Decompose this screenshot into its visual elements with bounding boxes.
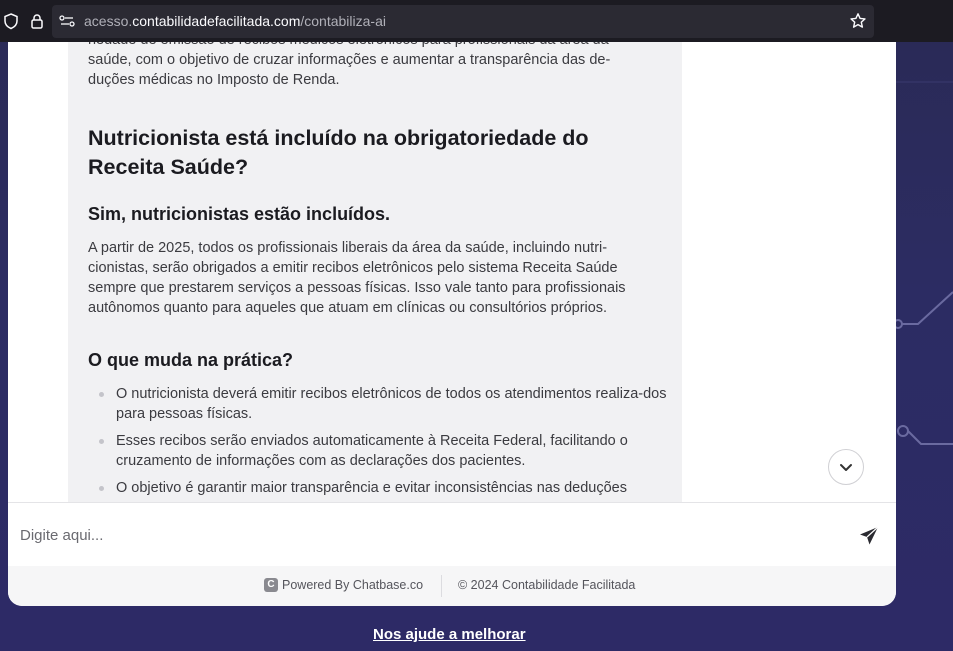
help-improve-link[interactable]: Nos ajude a melhorar [373, 626, 526, 643]
bookmark-star-icon[interactable] [849, 12, 867, 30]
powered-by-text: Powered By Chatbase.co [282, 578, 424, 592]
powered-by[interactable]: C Powered By Chatbase.co [264, 578, 423, 592]
chat-input-row [8, 502, 896, 566]
shield-icon[interactable] [2, 12, 20, 30]
message-intro: riedade de emissão de recibos médicos el… [88, 42, 611, 88]
lock-icon[interactable] [28, 12, 46, 30]
permissions-icon[interactable] [58, 12, 76, 30]
copyright-text: © 2024 Contabilidade Facilitada [458, 578, 636, 592]
list-item: O nutricionista deverá emitir recibos el… [88, 384, 668, 424]
list-item: O objetivo é garantir maior transparênci… [88, 478, 668, 498]
message-area[interactable]: riedade de emissão de recibos médicos el… [8, 42, 896, 502]
browser-toolbar: acesso.contabilidadefacilitada.com/conta… [0, 0, 953, 42]
bot-message-bubble: riedade de emissão de recibos médicos el… [68, 42, 682, 502]
chat-footer: C Powered By Chatbase.co © 2024 Contabil… [8, 566, 896, 606]
chatbase-logo-icon: C [264, 578, 278, 592]
footer-divider [441, 575, 442, 597]
message-paragraph: A partir de 2025, todos os profissionais… [88, 240, 626, 316]
list-item: Esses recibos serão enviados automaticam… [88, 431, 668, 471]
scroll-down-button[interactable] [828, 449, 864, 485]
chevron-down-icon [840, 464, 852, 471]
url-text[interactable]: acesso.contabilidadefacilitada.com/conta… [84, 13, 386, 29]
url-domain: contabilidadefacilitada.com [132, 13, 301, 29]
url-prefix: acesso. [84, 13, 133, 29]
send-icon[interactable] [858, 525, 880, 547]
message-subheading-1: Sim, nutricionistas estão incluídos. [88, 204, 391, 224]
circuit-decoration [893, 81, 953, 445]
message-heading: Nutricionista está incluído na obrigator… [88, 126, 589, 179]
url-path: /contabiliza-ai [300, 13, 386, 29]
message-subheading-2: O que muda na prática? [88, 350, 294, 370]
chat-window: riedade de emissão de recibos médicos el… [8, 42, 896, 606]
chat-input[interactable] [20, 517, 840, 553]
message-bullet-list: O nutricionista deverá emitir recibos el… [88, 384, 668, 502]
